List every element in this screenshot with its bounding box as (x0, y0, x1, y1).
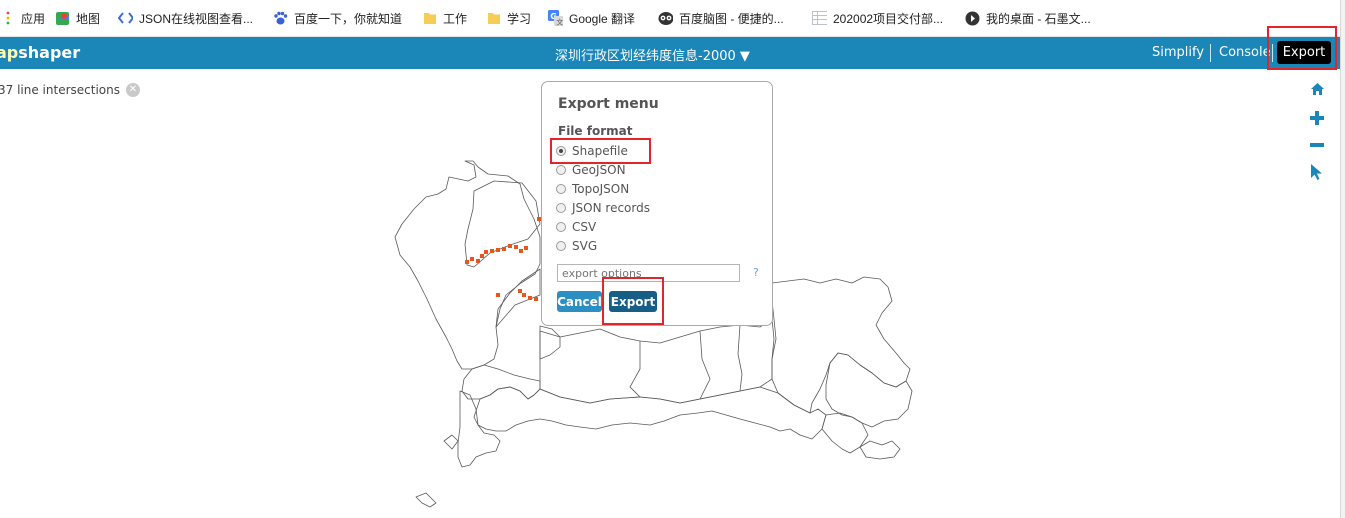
folder-icon (486, 11, 501, 26)
bookmark-label: 我的桌面 - 石墨文... (986, 11, 1091, 26)
maps-pin-icon (55, 11, 70, 26)
bookmark-folder-work[interactable]: 工作 (422, 10, 467, 26)
radio-button[interactable] (556, 203, 566, 213)
zoom-out-icon[interactable] (1309, 137, 1325, 153)
code-brackets-icon (118, 11, 133, 26)
baidu-paw-icon (273, 11, 288, 26)
format-option-geojson[interactable]: GeoJSON (556, 162, 626, 178)
bookmark-label: Google 翻译 (569, 11, 636, 26)
map-district (539, 325, 561, 360)
map-island (443, 434, 459, 450)
bookmark-label: 学习 (507, 11, 532, 26)
radio-button[interactable] (556, 184, 566, 194)
bookmark-label: JSON在线视图查看... (139, 11, 254, 26)
bookmark-label: 地图 (76, 11, 101, 26)
format-option-csv[interactable]: CSV (556, 219, 596, 235)
bookmarks-bar: 应用 地图 JSON在线视图查看... 百度一下，你就知道 工作 学习 G文 G… (0, 0, 1345, 37)
bookmark-label: 百度一下，你就知道 (294, 11, 403, 26)
annotation-highlight-dialog-export (602, 277, 664, 325)
map-district (495, 268, 541, 328)
map-district (539, 318, 775, 404)
bookmark-folder-study[interactable]: 学习 (486, 10, 531, 26)
nav-divider (1210, 44, 1211, 62)
radio-button[interactable] (556, 241, 566, 251)
export-menu-title: Export menu (558, 96, 659, 112)
app-logo: apshaper (0, 43, 81, 62)
map-district (464, 180, 541, 268)
bookmark-google-translate[interactable]: G文 Google 翻译 (548, 10, 635, 26)
layer-selector[interactable]: 深圳行政区划经纬度信息-2000 ▼ (555, 45, 750, 64)
cancel-button[interactable]: Cancel (557, 291, 602, 312)
map-district (825, 352, 913, 428)
spreadsheet-icon (812, 11, 827, 26)
bookmark-label: 工作 (443, 11, 468, 26)
bookmark-label: 百度脑图 - 便捷的... (679, 11, 784, 26)
shimo-icon (965, 11, 980, 26)
bookmark-json-viewer[interactable]: JSON在线视图查看... (118, 10, 253, 26)
pointer-icon[interactable] (1309, 164, 1325, 180)
svg-text:文: 文 (556, 18, 563, 27)
format-option-topojson[interactable]: TopoJSON (556, 181, 629, 197)
map-district (859, 440, 901, 460)
app-header: apshaper 深圳行政区划经纬度信息-2000 ▼ Simplify Con… (0, 37, 1340, 69)
bookmark-label: 应用 (21, 11, 46, 26)
radio-button[interactable] (556, 222, 566, 232)
console-button[interactable]: Console (1219, 45, 1271, 60)
bookmark-apps[interactable]: 应用 (0, 10, 45, 26)
bookmark-shimo[interactable]: 我的桌面 - 石墨文... (965, 10, 1091, 26)
zoom-in-icon[interactable] (1309, 110, 1325, 126)
annotation-highlight-export (1267, 26, 1337, 70)
help-icon[interactable]: ? (753, 266, 759, 279)
owl-icon (658, 11, 673, 26)
apps-grid-icon (0, 11, 15, 26)
simplify-button[interactable]: Simplify (1152, 45, 1204, 60)
map-district (771, 276, 911, 414)
map-district (629, 324, 743, 400)
format-option-svg[interactable]: SVG (556, 238, 597, 254)
bookmark-baidu[interactable]: 百度一下，你就知道 (273, 10, 402, 26)
home-icon[interactable] (1309, 81, 1325, 97)
annotation-highlight-shapefile (550, 138, 651, 164)
intersection-markers (465, 217, 541, 301)
radio-button[interactable] (556, 165, 566, 175)
map-district (473, 386, 827, 440)
folder-icon (422, 11, 437, 26)
bookmark-project-sheet[interactable]: 202002项目交付部... (812, 10, 943, 26)
map-district (461, 364, 541, 400)
bookmark-label: 202002项目交付部... (833, 11, 944, 26)
bookmark-naotu[interactable]: 百度脑图 - 便捷的... (658, 10, 784, 26)
map-district (821, 412, 869, 454)
map-island (415, 492, 437, 508)
format-option-json-records[interactable]: JSON records (556, 200, 650, 216)
file-format-label: File format (558, 124, 633, 138)
bookmark-maps[interactable]: 地图 (55, 10, 100, 26)
scrollbar-strip (1340, 0, 1345, 518)
google-translate-icon: G文 (548, 10, 563, 27)
